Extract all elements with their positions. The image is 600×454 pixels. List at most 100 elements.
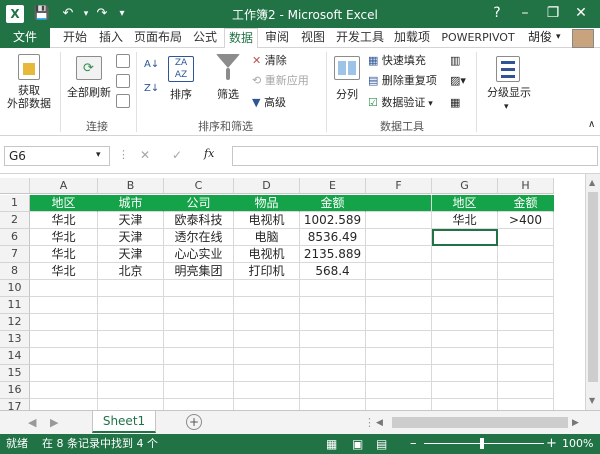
cell-f1[interactable] <box>366 195 432 212</box>
row-header-15[interactable]: 15 <box>0 365 30 382</box>
cell-a13[interactable] <box>30 331 98 348</box>
cell-g10[interactable] <box>432 280 498 297</box>
normal-view-icon[interactable]: ▦ <box>326 434 337 454</box>
row-header-6[interactable]: 6 <box>0 229 30 246</box>
cell-b16[interactable] <box>98 382 164 399</box>
cell-d16[interactable] <box>234 382 300 399</box>
data-validation-button[interactable]: ☑ 数据验证 ▾ <box>368 96 433 111</box>
tab-developer[interactable]: 开发工具 <box>332 28 388 48</box>
column-header-b[interactable]: B <box>98 178 164 194</box>
formula-input[interactable] <box>232 146 598 166</box>
cell-e13[interactable] <box>300 331 366 348</box>
cell-g15[interactable] <box>432 365 498 382</box>
refresh-all-button[interactable]: 全部刷新 <box>64 86 114 99</box>
cell-c2[interactable]: 欧泰科技 <box>164 212 234 229</box>
cell-b11[interactable] <box>98 297 164 314</box>
cell-f15[interactable] <box>366 365 432 382</box>
tab-view[interactable]: 视图 <box>296 28 330 48</box>
cell-g11[interactable] <box>432 297 498 314</box>
horizontal-scrollbar[interactable] <box>392 417 568 428</box>
row-header-12[interactable]: 12 <box>0 314 30 331</box>
cell-c11[interactable] <box>164 297 234 314</box>
cell-f12[interactable] <box>366 314 432 331</box>
cell-g16[interactable] <box>432 382 498 399</box>
tab-addins[interactable]: 加载项 <box>390 28 434 48</box>
cell-d15[interactable] <box>234 365 300 382</box>
cell-e12[interactable] <box>300 314 366 331</box>
undo-icon[interactable]: ↶ <box>58 4 78 24</box>
cell-c7[interactable]: 心心实业 <box>164 246 234 263</box>
column-header-a[interactable]: A <box>30 178 98 194</box>
cell-h14[interactable] <box>498 348 554 365</box>
cell-a7[interactable]: 华北 <box>30 246 98 263</box>
advanced-button[interactable]: ▼ 高级 <box>252 96 286 110</box>
cell-f8[interactable] <box>366 263 432 280</box>
tab-split-icon[interactable]: ⋮ <box>364 416 375 430</box>
tab-powerpivot[interactable]: POWERPIVOT <box>436 28 520 48</box>
close-button[interactable]: ✕ <box>568 2 594 26</box>
page-break-view-icon[interactable]: ▤ <box>376 434 387 454</box>
cell-d12[interactable] <box>234 314 300 331</box>
scroll-tabs-right-icon[interactable]: ▶ <box>50 416 58 430</box>
cell-h16[interactable] <box>498 382 554 399</box>
cell-g7[interactable] <box>432 246 498 263</box>
enter-icon[interactable]: ✓ <box>172 148 182 162</box>
customize-quick-access-icon[interactable]: ▾ <box>112 4 132 24</box>
cell-a2[interactable]: 华北 <box>30 212 98 229</box>
cell-b1[interactable]: 城市 <box>98 195 164 212</box>
cell-g2[interactable]: 华北 <box>432 212 498 229</box>
row-header-10[interactable]: 10 <box>0 280 30 297</box>
relationships-icon[interactable]: ▦ <box>450 96 460 110</box>
reapply-button[interactable]: ⟲ 重新应用 <box>252 74 309 88</box>
cell-b15[interactable] <box>98 365 164 382</box>
row-header-8[interactable]: 8 <box>0 263 30 280</box>
cell-c16[interactable] <box>164 382 234 399</box>
cell-g12[interactable] <box>432 314 498 331</box>
cell-b13[interactable] <box>98 331 164 348</box>
cell-f13[interactable] <box>366 331 432 348</box>
cell-h8[interactable] <box>498 263 554 280</box>
cell-c8[interactable]: 明亮集团 <box>164 263 234 280</box>
avatar[interactable] <box>572 29 594 48</box>
outline-button[interactable]: 分级显示 <box>482 86 536 99</box>
cancel-icon[interactable]: ✕ <box>140 148 150 162</box>
cell-g8[interactable] <box>432 263 498 280</box>
new-sheet-button[interactable]: + <box>186 414 202 430</box>
cell-h15[interactable] <box>498 365 554 382</box>
cell-f11[interactable] <box>366 297 432 314</box>
cell-d14[interactable] <box>234 348 300 365</box>
tab-formulas[interactable]: 公式 <box>188 28 222 48</box>
cell-a1[interactable]: 地区 <box>30 195 98 212</box>
tab-insert[interactable]: 插入 <box>94 28 128 48</box>
edit-links-icon[interactable] <box>116 94 130 108</box>
get-external-data-button[interactable]: 获取 外部数据 <box>2 84 56 110</box>
hscroll-right-icon[interactable]: ▶ <box>572 416 579 430</box>
cell-g13[interactable] <box>432 331 498 348</box>
cell-e14[interactable] <box>300 348 366 365</box>
column-header-g[interactable]: G <box>432 178 498 194</box>
user-dropdown-icon[interactable]: ▾ <box>556 28 561 47</box>
restore-button[interactable]: ❐ <box>540 2 566 26</box>
name-box[interactable]: G6 <box>4 146 110 166</box>
cell-f10[interactable] <box>366 280 432 297</box>
cell-g1[interactable]: 地区 <box>432 195 498 212</box>
cell-b6[interactable]: 天津 <box>98 229 164 246</box>
cell-f2[interactable] <box>366 212 432 229</box>
column-header-c[interactable]: C <box>164 178 234 194</box>
cell-e1[interactable]: 金额 <box>300 195 366 212</box>
cell-d1[interactable]: 物品 <box>234 195 300 212</box>
minimize-button[interactable]: – <box>512 2 538 26</box>
cell-h11[interactable] <box>498 297 554 314</box>
help-button[interactable]: ? <box>484 2 510 26</box>
cell-c12[interactable] <box>164 314 234 331</box>
cell-c1[interactable]: 公司 <box>164 195 234 212</box>
tab-file[interactable]: 文件 <box>0 28 50 48</box>
sort-asc-icon[interactable]: A↓ <box>144 58 159 72</box>
cell-e7[interactable]: 2135.889 <box>300 246 366 263</box>
tab-data[interactable]: 数据 <box>224 28 258 49</box>
cell-d7[interactable]: 电视机 <box>234 246 300 263</box>
zoom-out-button[interactable]: – <box>410 434 417 454</box>
cell-d8[interactable]: 打印机 <box>234 263 300 280</box>
cell-b10[interactable] <box>98 280 164 297</box>
cell-c13[interactable] <box>164 331 234 348</box>
